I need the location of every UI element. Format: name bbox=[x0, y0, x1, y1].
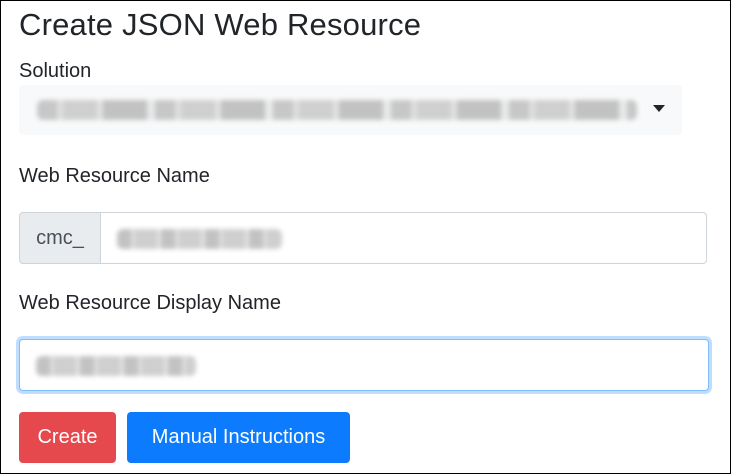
web-resource-name-label: Web Resource Name bbox=[19, 165, 210, 187]
create-json-web-resource-dialog: Create JSON Web Resource Solution Web Re… bbox=[0, 0, 731, 474]
solution-label: Solution bbox=[19, 60, 92, 82]
web-resource-name-input-group: cmc_ bbox=[19, 212, 707, 264]
create-button[interactable]: Create bbox=[19, 412, 116, 463]
web-resource-name-input[interactable] bbox=[101, 212, 707, 264]
solution-select[interactable] bbox=[19, 85, 682, 135]
web-resource-name-prefix: cmc_ bbox=[19, 212, 101, 264]
manual-instructions-button[interactable]: Manual Instructions bbox=[127, 412, 350, 463]
page-title: Create JSON Web Resource bbox=[19, 7, 422, 42]
solution-selected-value-redacted bbox=[37, 100, 637, 120]
web-resource-display-name-input[interactable] bbox=[19, 339, 709, 391]
web-resource-name-value-redacted bbox=[117, 229, 282, 249]
web-resource-display-name-label: Web Resource Display Name bbox=[19, 292, 281, 314]
caret-down-icon[interactable] bbox=[653, 105, 665, 112]
web-resource-display-name-value-redacted bbox=[36, 356, 196, 376]
